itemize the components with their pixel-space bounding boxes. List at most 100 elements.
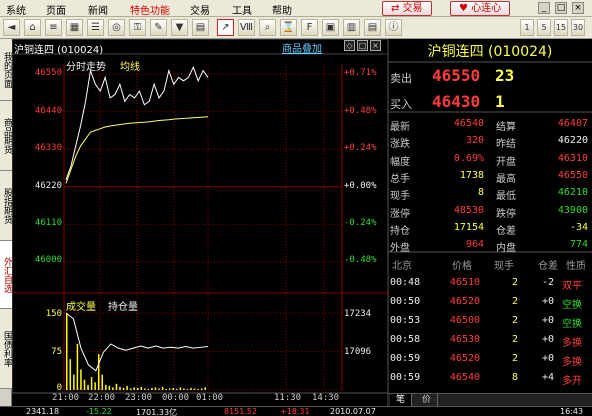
minimize-button[interactable]: _ bbox=[538, 2, 550, 14]
heart-icon: ♥ bbox=[459, 3, 472, 14]
left-tab-fx[interactable]: 外汇自选 bbox=[0, 241, 12, 309]
time-tick: 00:00 bbox=[162, 393, 190, 403]
tick-header-diff: 仓差 bbox=[538, 261, 558, 272]
oi-tick: 17096 bbox=[344, 347, 372, 357]
menu-icon[interactable]: ☰ bbox=[87, 19, 104, 36]
quote-label: 现手 bbox=[390, 191, 410, 203]
menu-tools[interactable]: 工具 bbox=[232, 2, 252, 17]
target-icon[interactable]: ◎ bbox=[108, 19, 125, 36]
lock-icon[interactable]: ⚿ bbox=[129, 19, 146, 36]
volume-bar bbox=[119, 386, 121, 390]
chart-restore-icon[interactable]: ◇ bbox=[344, 40, 355, 51]
tick-volume: 2 bbox=[511, 353, 518, 364]
tick-oi-diff: +0 bbox=[541, 296, 554, 307]
grid-icon[interactable]: ▦ bbox=[66, 19, 83, 36]
volume-bar bbox=[147, 388, 150, 390]
overlay-commodity-link[interactable]: 商品叠加 bbox=[282, 40, 322, 55]
status-date: 2010.07.07 bbox=[330, 407, 376, 416]
trade-button[interactable]: ⇄ 交易 bbox=[382, 1, 432, 16]
quote-value: 8 bbox=[477, 187, 484, 199]
quote-value: 320 bbox=[465, 135, 484, 147]
volume-bar bbox=[193, 388, 196, 390]
menu-page[interactable]: 页面 bbox=[46, 2, 66, 17]
menu-system[interactable]: 系统 bbox=[6, 2, 26, 17]
left-tab-commodity[interactable]: 商品期货 bbox=[0, 101, 12, 171]
close-button[interactable]: × bbox=[572, 2, 584, 14]
quote-label: 仓差 bbox=[496, 225, 516, 237]
period-1-button[interactable]: 1 bbox=[520, 19, 534, 36]
volume-tick: 75 bbox=[51, 347, 62, 357]
quote-value: 1738 bbox=[459, 169, 484, 181]
volume-bar bbox=[172, 387, 174, 390]
price-tick: 46330 bbox=[34, 143, 62, 153]
volume-bar bbox=[80, 369, 82, 390]
left-tab-bond[interactable]: 国债利率 bbox=[0, 309, 12, 389]
status-turnover: 1701.33亿 bbox=[136, 408, 178, 416]
trend-chart-icon[interactable]: ↗ bbox=[217, 19, 234, 36]
period-5-button[interactable]: 5 bbox=[537, 19, 551, 36]
quote-label: 跌停 bbox=[496, 208, 516, 220]
chart-close-icon[interactable]: × bbox=[370, 40, 381, 51]
time-share-icon[interactable]: ⌛ bbox=[280, 19, 297, 36]
tick-nature: 双平 bbox=[562, 281, 582, 292]
volume-bar bbox=[161, 386, 164, 390]
back-icon[interactable]: ◄ bbox=[3, 19, 20, 36]
info-icon[interactable]: ⓘ bbox=[385, 19, 402, 36]
quote-value: 46407 bbox=[557, 118, 588, 129]
quote-value: 46550 bbox=[557, 169, 588, 181]
volume-bar bbox=[168, 388, 171, 390]
volume-bar bbox=[179, 387, 182, 390]
open-interest-line bbox=[65, 312, 209, 372]
home-icon[interactable]: ⌂ bbox=[24, 19, 41, 36]
status-index2: 8151.52 bbox=[224, 407, 258, 416]
sell-volume: 23 bbox=[495, 66, 515, 85]
volume-bar bbox=[66, 313, 68, 390]
pct-tick: +0.71% bbox=[344, 68, 377, 78]
report-icon[interactable]: ▥ bbox=[343, 19, 360, 36]
quote-label: 总手 bbox=[390, 173, 410, 185]
quote-label: 内盘 bbox=[496, 243, 516, 255]
quote-value: -34 bbox=[569, 221, 588, 233]
status-index-change: -15.22 bbox=[86, 407, 112, 416]
tick-nature: 空换 bbox=[562, 300, 582, 311]
calendar-icon[interactable]: ▣ bbox=[322, 19, 339, 36]
board-icon[interactable]: ▤ bbox=[364, 19, 381, 36]
menu-news[interactable]: 新闻 bbox=[88, 2, 108, 17]
tick-nature: 多换 bbox=[562, 338, 582, 349]
chart-maximize-icon[interactable]: □ bbox=[357, 40, 368, 51]
status-index2-change: +18.31 bbox=[280, 407, 310, 416]
menu-help[interactable]: 帮助 bbox=[272, 2, 292, 17]
pen-icon[interactable]: ✎ bbox=[150, 19, 167, 36]
maximize-button[interactable]: □ bbox=[555, 2, 567, 14]
time-tick: 14:30 bbox=[312, 393, 340, 403]
book-icon[interactable]: ▤ bbox=[192, 19, 209, 36]
menu-trade[interactable]: 交易 bbox=[190, 2, 210, 17]
volume-bar bbox=[73, 374, 75, 390]
legend-avg-line: 均线 bbox=[120, 62, 140, 73]
legend-price-line: 分时走势 bbox=[66, 62, 106, 73]
status-bar: 2341.18 -15.22 1701.33亿 8151.52 +18.31 2… bbox=[0, 406, 592, 416]
tick-price: 46520 bbox=[449, 353, 480, 364]
left-tab-bar: 我的页面 商品期货 股指期货 外汇自选 国债利率 bbox=[0, 39, 12, 406]
quote-label: 开盘 bbox=[496, 156, 516, 168]
left-tab-index[interactable]: 股指期货 bbox=[0, 171, 12, 241]
tick-time: 00:59 bbox=[390, 372, 421, 383]
heart-button[interactable]: ♥ 心连心 bbox=[450, 1, 511, 16]
tick-header-price: 价格 bbox=[452, 261, 472, 272]
f10-icon[interactable]: F bbox=[301, 19, 318, 36]
period-30-button[interactable]: 30 bbox=[571, 19, 585, 36]
menu-features[interactable]: 特色功能 bbox=[130, 2, 170, 17]
left-tab-my-page[interactable]: 我的页面 bbox=[0, 39, 12, 101]
quote-label: 最低 bbox=[496, 191, 516, 203]
period-15-button[interactable]: 15 bbox=[554, 19, 568, 36]
kline-icon[interactable]: Ⅷ bbox=[238, 19, 255, 36]
volume-bar bbox=[176, 388, 178, 390]
tick-price: 46540 bbox=[449, 372, 480, 383]
volume-bar bbox=[204, 387, 206, 390]
list-icon[interactable]: ≡ bbox=[45, 19, 62, 36]
volume-bar bbox=[165, 388, 167, 390]
tick-oi-diff: +0 bbox=[541, 334, 554, 345]
search-icon[interactable]: ⌕ bbox=[259, 19, 276, 36]
funnel-icon[interactable]: ▼ bbox=[171, 19, 188, 36]
tick-time: 00:58 bbox=[390, 334, 421, 345]
